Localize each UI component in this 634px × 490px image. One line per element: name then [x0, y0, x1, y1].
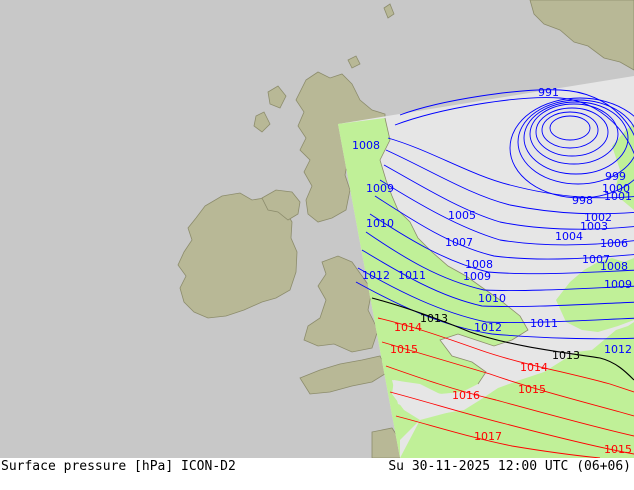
isobar-label: 1012 — [362, 269, 390, 282]
map-footer: Surface pressure [hPa] ICON-D2 Su 30-11-… — [0, 458, 634, 490]
isobar-label: 1016 — [452, 389, 480, 402]
isobar-label: 1015 — [390, 343, 418, 356]
isobar-label: 1005 — [448, 209, 476, 222]
isobar-label: 1012 — [604, 343, 632, 356]
isobar-label: 1010 — [478, 292, 506, 305]
isobar-label: 1014 — [394, 321, 422, 334]
isobar-label: 991 — [538, 86, 559, 99]
isobar-label: 1009 — [366, 182, 394, 195]
isobar-label: 1013 — [552, 349, 580, 362]
isobar-label: 1017 — [474, 430, 502, 443]
isobar-label: 1008 — [352, 139, 380, 152]
isobar-label: 1003 — [580, 220, 608, 233]
isobar-label: 1011 — [398, 269, 426, 282]
weather-map: 991 1008 1009 1010 1005 1007 1008 1009 1… — [0, 0, 634, 458]
isobar-label: 1013 — [420, 312, 448, 325]
isobar-label: 1009 — [463, 270, 491, 283]
isobar-label: 1011 — [530, 317, 558, 330]
isobar-label: 1009 — [604, 278, 632, 291]
isobar-label: 1015 — [604, 443, 632, 456]
isobar-label: 1012 — [474, 321, 502, 334]
isobar-label: 1015 — [518, 383, 546, 396]
isobar-label: 1004 — [555, 230, 583, 243]
isobar-label: 1008 — [600, 260, 628, 273]
isobar-label: 1006 — [600, 237, 628, 250]
isobar-label: 1010 — [366, 217, 394, 230]
valid-time: Su 30-11-2025 12:00 UTC (06+06) — [388, 459, 631, 474]
map-title: Surface pressure [hPa] ICON-D2 — [1, 459, 236, 474]
isobar-label: 1001 — [604, 190, 632, 203]
isobar-label: 998 — [572, 194, 593, 207]
isobar-label: 1014 — [520, 361, 548, 374]
isobar-label: 1007 — [445, 236, 473, 249]
